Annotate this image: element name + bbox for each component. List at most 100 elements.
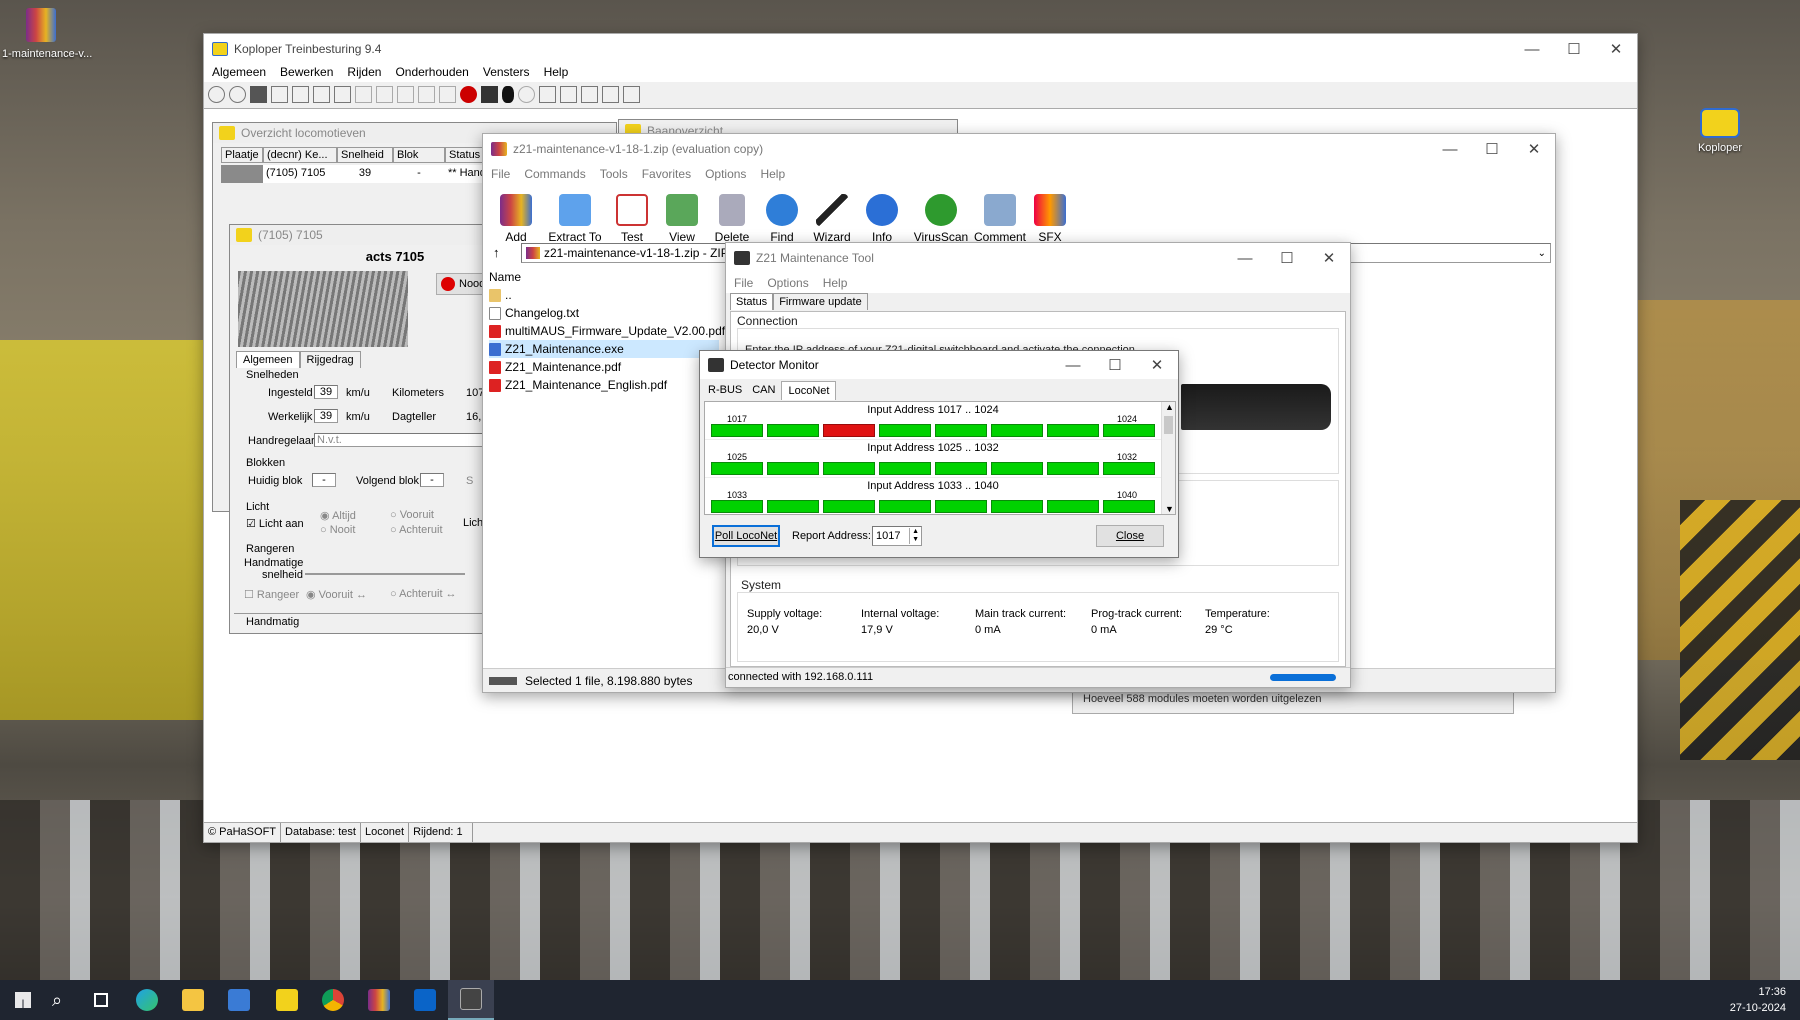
radio-achteruit[interactable]: ○ Achteruit	[390, 524, 443, 536]
list-item[interactable]: Z21_Maintenance_English.pdf	[489, 376, 667, 394]
toolbar-tool-icon[interactable]	[208, 85, 225, 103]
menu-favorites[interactable]: Favorites	[642, 167, 691, 181]
up-arrow-icon[interactable]: ↑	[493, 245, 500, 260]
toolbar-tool-icon[interactable]	[292, 85, 309, 103]
tab-loconet[interactable]: LocoNet	[781, 381, 837, 400]
toolbar-tool-icon[interactable]	[439, 85, 456, 103]
toolbar-tool-icon[interactable]	[460, 85, 477, 103]
tab-rbus[interactable]: R-BUS	[704, 381, 746, 400]
store-app[interactable]	[216, 980, 262, 1020]
outlook-app[interactable]	[402, 980, 448, 1020]
radio-altijd[interactable]: ◉ Altijd	[320, 509, 356, 522]
toolbar-tool-icon[interactable]	[250, 85, 267, 103]
list-item[interactable]: Z21_Maintenance.pdf	[489, 358, 621, 376]
list-item-parent[interactable]: ..	[489, 286, 512, 304]
close-button[interactable]: ✕	[1513, 134, 1555, 164]
col-name[interactable]: Name	[489, 270, 521, 284]
task-view-button[interactable]	[78, 980, 124, 1020]
maximize-button[interactable]: ☐	[1471, 134, 1513, 164]
toolbar-tool-icon[interactable]	[481, 85, 498, 103]
maximize-button[interactable]: ☐	[1094, 351, 1136, 379]
close-button[interactable]: ✕	[1308, 243, 1350, 273]
z21-app[interactable]	[448, 980, 494, 1020]
rangeer-slider[interactable]	[305, 561, 465, 575]
toolbar-tool-icon[interactable]	[560, 85, 577, 103]
toolbar-tool-icon[interactable]	[623, 85, 640, 103]
toolbar-tool-icon[interactable]	[502, 85, 514, 103]
chevron-down-icon[interactable]: ⌄	[1538, 248, 1546, 259]
toolbar-tool-icon[interactable]	[376, 85, 393, 103]
minimize-button[interactable]: —	[1224, 243, 1266, 273]
radio-nooit[interactable]: ○ Nooit	[320, 524, 355, 536]
tab-rijgedrag[interactable]: Rijgedrag	[299, 351, 361, 368]
chevron-up-icon[interactable]: ▲	[1165, 402, 1174, 412]
koploper-app[interactable]	[264, 980, 310, 1020]
tab-status[interactable]: Status	[730, 293, 774, 310]
poll-loconet-button[interactable]: Poll LocoNet	[712, 525, 780, 547]
list-item-selected[interactable]: Z21_Maintenance.exe	[489, 340, 719, 358]
edge-app[interactable]	[124, 980, 170, 1020]
toolbar-tool-icon[interactable]	[313, 85, 330, 103]
radio-vooruit[interactable]: ○ Vooruit	[390, 509, 434, 521]
toolbar-tool-icon[interactable]	[397, 85, 414, 103]
minimize-button[interactable]: —	[1052, 351, 1094, 379]
toolbar-tool-icon[interactable]	[334, 85, 351, 103]
desktop-icon-maintenance[interactable]: 1-maintenance-v...	[2, 8, 98, 72]
menu-onderhouden[interactable]: Onderhouden	[395, 65, 468, 79]
maximize-button[interactable]: ☐	[1553, 34, 1595, 64]
toolbar-tool-icon[interactable]	[581, 85, 598, 103]
scrollbar[interactable]: ▲ ▼	[1161, 402, 1175, 514]
menu-tools[interactable]: Tools	[600, 167, 628, 181]
menu-options[interactable]: Options	[767, 276, 808, 290]
col-snelheid[interactable]: Snelheid	[337, 147, 393, 163]
menu-file[interactable]: File	[491, 167, 510, 181]
menu-bewerken[interactable]: Bewerken	[280, 65, 333, 79]
col-blok[interactable]: Blok	[393, 147, 445, 163]
col-decnr[interactable]: (decnr) Ke...	[263, 147, 337, 163]
scroll-thumb[interactable]	[1164, 416, 1173, 434]
minimize-button[interactable]: —	[1429, 134, 1471, 164]
licht-aan-checkbox[interactable]: ☑ Licht aan	[246, 517, 304, 530]
spin-icon[interactable]: ▲ ▼	[909, 528, 921, 544]
close-dialog-button[interactable]: Close	[1096, 525, 1164, 547]
explorer-app[interactable]	[170, 980, 216, 1020]
radio-vooruit2[interactable]: ◉ Vooruit ↔	[306, 588, 367, 601]
search-button[interactable]: ⌕	[34, 980, 80, 1020]
close-button[interactable]: ✕	[1595, 34, 1637, 64]
list-item[interactable]: multiMAUS_Firmware_Update_V2.00.pdf	[489, 322, 725, 340]
report-address-spinner[interactable]: 1017 ▲ ▼	[872, 526, 922, 546]
tab-algemeen[interactable]: Algemeen	[236, 351, 300, 368]
toolbar-tool-icon[interactable]	[355, 85, 372, 103]
toolbar-tool-icon[interactable]	[602, 85, 619, 103]
menu-help[interactable]: Help	[760, 167, 785, 181]
menu-rijden[interactable]: Rijden	[347, 65, 381, 79]
tab-firmware-update[interactable]: Firmware update	[773, 293, 868, 310]
menu-help[interactable]: Help	[823, 276, 848, 290]
toolbar-tool-icon[interactable]	[539, 85, 556, 103]
menu-file[interactable]: File	[734, 276, 753, 290]
chrome-app[interactable]	[310, 980, 356, 1020]
handregelaar-value[interactable]: N.v.t.	[314, 433, 484, 447]
radio-achteruit2[interactable]: ○ Achteruit ↔	[390, 588, 457, 600]
rangeer-checkbox[interactable]: ☐ Rangeer	[244, 588, 299, 601]
menu-commands[interactable]: Commands	[524, 167, 585, 181]
toolbar-tool-icon[interactable]	[271, 85, 288, 103]
tab-can[interactable]: CAN	[746, 381, 781, 400]
menu-algemeen[interactable]: Algemeen	[212, 65, 266, 79]
close-button[interactable]: ✕	[1136, 351, 1178, 379]
maximize-button[interactable]: ☐	[1266, 243, 1308, 273]
chevron-down-icon[interactable]: ▼	[1165, 504, 1174, 514]
desktop-icon-koploper[interactable]: Koploper	[1690, 108, 1750, 168]
menu-options[interactable]: Options	[705, 167, 746, 181]
toolbar-tool-icon[interactable]	[418, 85, 435, 103]
table-row[interactable]: (7105) 7105 39 - ** Hand	[221, 165, 491, 183]
col-plaatje[interactable]: Plaatje	[221, 147, 263, 163]
toolbar-tool-icon[interactable]	[229, 85, 246, 103]
minimize-button[interactable]: —	[1511, 34, 1553, 64]
menu-vensters[interactable]: Vensters	[483, 65, 530, 79]
winrar-app[interactable]	[356, 980, 402, 1020]
list-item[interactable]: Changelog.txt	[489, 304, 579, 322]
clock[interactable]: 17:36 27-10-2024	[1730, 984, 1786, 1016]
toolbar-tool-icon[interactable]	[518, 85, 535, 103]
menu-help[interactable]: Help	[544, 65, 569, 79]
